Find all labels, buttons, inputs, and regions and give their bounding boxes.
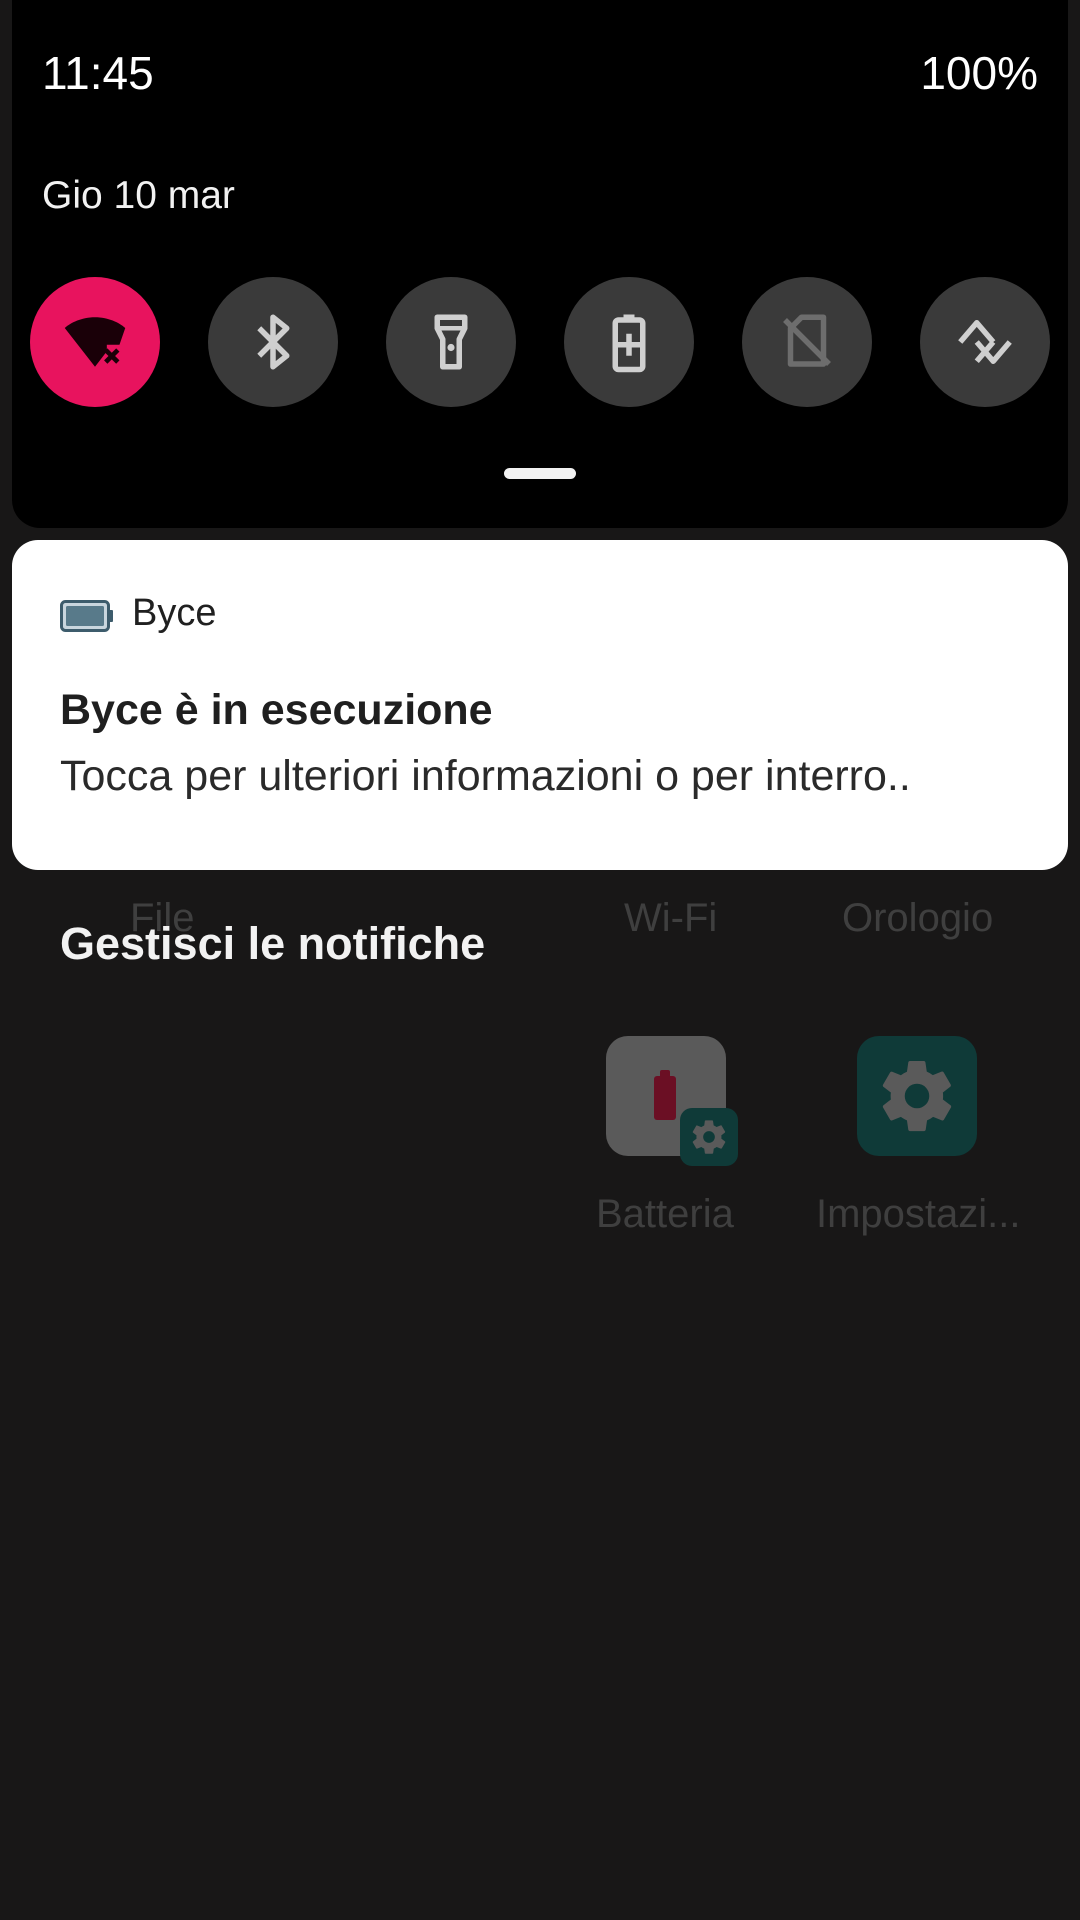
flashlight-icon [434,314,468,370]
quick-settings-date[interactable]: Gio 10 mar [42,174,235,218]
app-label-wifi: Wi-Fi [624,896,718,940]
notification-text: Tocca per ulteriori informazioni o per i… [60,752,911,800]
shade-drag-handle[interactable] [504,468,576,479]
tile-flashlight[interactable] [386,277,516,407]
app-label-battery: Batteria [596,1192,734,1236]
wifi-off-icon [64,317,126,367]
tile-sim[interactable] [742,277,872,407]
app-label-settings: Impostazi... [816,1192,1021,1236]
tile-wifi[interactable] [30,277,160,407]
status-bar: 11:45 100% [0,0,1080,140]
status-time: 11:45 [42,47,154,99]
battery-app-small-icon [60,600,113,632]
settings-app-icon[interactable] [857,1036,977,1156]
notification-title: Byce è in esecuzione [60,686,493,734]
app-label-clock: Orologio [842,896,994,940]
bluetooth-icon [257,314,290,370]
tile-battery-saver[interactable] [564,277,694,407]
battery-level-icon [654,1070,676,1120]
battery-saver-icon [612,314,646,373]
notification-app-name: Byce [132,592,217,634]
no-sim-icon [783,314,831,367]
auto-rotate-icon [958,320,1012,364]
notification-card[interactable]: Byce Byce è in esecuzione Tocca per ulte… [12,540,1068,870]
tile-bluetooth[interactable] [208,277,338,407]
tile-auto-rotate[interactable] [920,277,1050,407]
battery-app-icon[interactable] [606,1036,738,1166]
status-battery-percent: 100% [920,47,1038,99]
manage-notifications-button[interactable]: Gestisci le notifiche [60,918,485,970]
gear-badge-icon [680,1108,738,1166]
